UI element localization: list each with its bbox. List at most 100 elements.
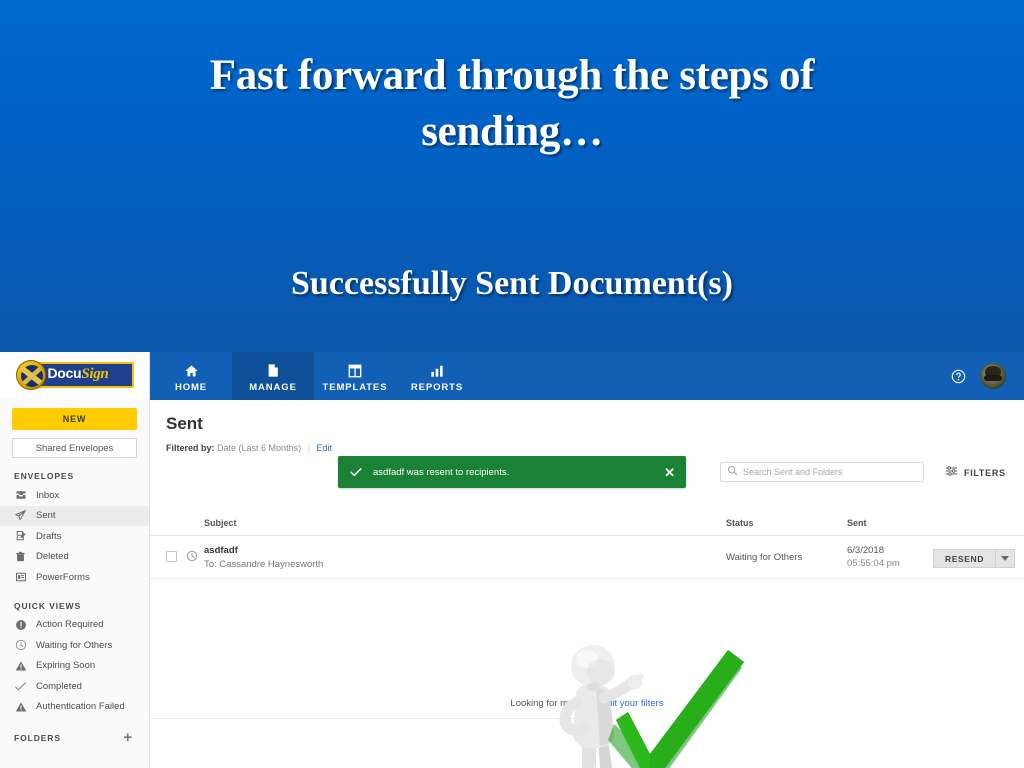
sidebar-item-expiring-soon[interactable]: Expiring Soon	[0, 656, 149, 677]
chevron-down-icon[interactable]	[995, 549, 1015, 568]
new-button[interactable]: NEW	[12, 408, 137, 430]
bar-chart-icon	[430, 362, 444, 378]
column-header-subject: Subject	[204, 518, 237, 528]
table-row[interactable]: asdfadf To: Cassandre Haynesworth Waitin…	[150, 536, 1024, 579]
page-title: Sent	[166, 414, 203, 433]
sidebar-item-label: Inbox	[36, 489, 60, 501]
search-icon	[727, 463, 738, 481]
row-subject[interactable]: asdfadf	[204, 545, 238, 556]
search-box[interactable]	[720, 462, 924, 482]
slide-title: Fast forward through the steps of sendin…	[209, 52, 815, 155]
top-navigation-bar: HOME MANAGE TEMPLATES REPORTS	[150, 352, 1024, 400]
sidebar-item-inbox[interactable]: Inbox	[0, 485, 149, 506]
column-header-status: Status	[726, 518, 754, 528]
sidebar-item-label: Deleted	[36, 551, 69, 563]
row-checkbox[interactable]	[166, 551, 177, 562]
filters-button[interactable]: FILTERS	[945, 464, 1006, 482]
trash-icon	[14, 551, 27, 563]
docusign-app-screenshot: DocuSign NEW Shared Envelopes ENVELOPES …	[0, 352, 1024, 768]
check-icon	[14, 680, 27, 693]
tab-label: MANAGE	[249, 381, 297, 393]
docusign-badge-icon	[15, 360, 46, 390]
warning-triangle-icon	[14, 660, 27, 672]
plus-icon[interactable]: +	[123, 730, 133, 745]
shared-envelopes-button[interactable]: Shared Envelopes	[12, 438, 137, 458]
paper-plane-icon	[14, 509, 27, 522]
envelopes-heading: ENVELOPES	[14, 471, 75, 481]
clock-icon	[14, 639, 27, 651]
close-icon[interactable]: ✕	[664, 466, 675, 479]
filtered-by-edit-link[interactable]: Edit	[316, 443, 332, 453]
sidebar-item-drafts[interactable]: Drafts	[0, 526, 149, 547]
figure-with-green-checkmark-graphic	[546, 628, 786, 768]
inbox-icon	[14, 489, 27, 501]
folders-heading: FOLDERS	[14, 732, 61, 743]
question-circle-icon[interactable]	[951, 369, 966, 384]
clock-icon	[186, 550, 198, 562]
tab-label: REPORTS	[410, 381, 464, 393]
tab-label: HOME	[174, 381, 208, 393]
row-status: Waiting for Others	[726, 552, 803, 563]
green-checkmark	[608, 650, 744, 768]
sidebar-item-label: Completed	[36, 680, 82, 692]
template-grid-icon	[348, 362, 362, 378]
logo-text: DocuSign	[48, 365, 109, 383]
sidebar-item-action-required[interactable]: Action Required	[0, 615, 149, 636]
check-icon	[349, 465, 363, 479]
logo-text-sign: Sign	[81, 366, 109, 382]
home-icon	[184, 362, 199, 378]
sidebar-item-completed[interactable]: Completed	[0, 676, 149, 697]
tab-home[interactable]: HOME	[150, 352, 232, 400]
notification-banner: asdfadf was resent to recipients. ✕	[338, 456, 686, 488]
row-sent-date: 6/3/2018	[847, 545, 884, 556]
sidebar-item-label: Authentication Failed	[36, 701, 125, 713]
tab-manage[interactable]: MANAGE	[232, 352, 314, 400]
slide: Fast forward through the steps of sendin…	[0, 0, 1024, 768]
row-sent-time: 05:55:04 pm	[847, 558, 900, 569]
warning-triangle-icon	[14, 701, 27, 713]
draft-pencil-icon	[14, 530, 27, 542]
sidebar-item-label: Drafts	[36, 530, 62, 542]
powerform-icon	[14, 571, 27, 583]
folders-heading-row: FOLDERS +	[14, 730, 133, 745]
filters-button-label: FILTERS	[964, 468, 1006, 478]
nav-right-group	[951, 352, 1024, 400]
filtered-by-label: Filtered by:	[166, 443, 215, 453]
logo-text-docu: Docu	[47, 365, 82, 381]
filtered-by: Filtered by: Date (Last 6 Months) | Edit	[166, 443, 332, 453]
column-header-sent: Sent	[847, 518, 867, 528]
slide-subtitle: Successfully Sent Document(s)	[291, 265, 733, 302]
sidebar-item-label: PowerForms	[36, 571, 90, 583]
sidebar: DocuSign NEW Shared Envelopes ENVELOPES …	[0, 352, 150, 768]
row-recipient: To: Cassandre Haynesworth	[204, 559, 324, 570]
tab-templates[interactable]: TEMPLATES	[314, 352, 396, 400]
resend-button-group: RESEND	[933, 549, 1015, 568]
tab-reports[interactable]: REPORTS	[396, 352, 478, 400]
tab-label: TEMPLATES	[322, 381, 388, 393]
search-input[interactable]	[743, 467, 917, 477]
quick-views-heading: QUICK VIEWS	[14, 600, 82, 611]
exclamation-circle-icon	[14, 619, 27, 631]
sidebar-item-label: Expiring Soon	[36, 660, 96, 672]
sidebar-item-label: Action Required	[36, 619, 104, 631]
sidebar-item-waiting-for-others[interactable]: Waiting for Others	[0, 635, 149, 656]
sidebar-item-sent[interactable]: Sent	[0, 505, 149, 526]
sidebar-item-label: Waiting for Others	[36, 639, 113, 651]
section-divider	[150, 718, 590, 719]
resend-button[interactable]: RESEND	[933, 549, 995, 568]
sidebar-item-authentication-failed[interactable]: Authentication Failed	[0, 697, 149, 718]
main-content: Sent Filtered by: Date (Last 6 Months) |…	[150, 400, 1024, 768]
docusign-logo[interactable]: DocuSign	[0, 352, 149, 398]
table-header: Subject Status Sent	[150, 512, 1024, 536]
envelopes-table: Subject Status Sent asdfadf To: Cassandr…	[150, 512, 1024, 719]
divider-pipe: |	[307, 443, 310, 453]
sidebar-item-deleted[interactable]: Deleted	[0, 547, 149, 568]
sidebar-item-label: Sent	[36, 510, 56, 522]
filtered-by-value: Date (Last 6 Months)	[217, 443, 302, 453]
sidebar-item-powerforms[interactable]: PowerForms	[0, 567, 149, 588]
document-icon	[266, 362, 280, 378]
avatar[interactable]	[980, 363, 1006, 389]
filter-sliders-icon	[945, 464, 958, 482]
notification-message: asdfadf was resent to recipients.	[373, 466, 510, 478]
